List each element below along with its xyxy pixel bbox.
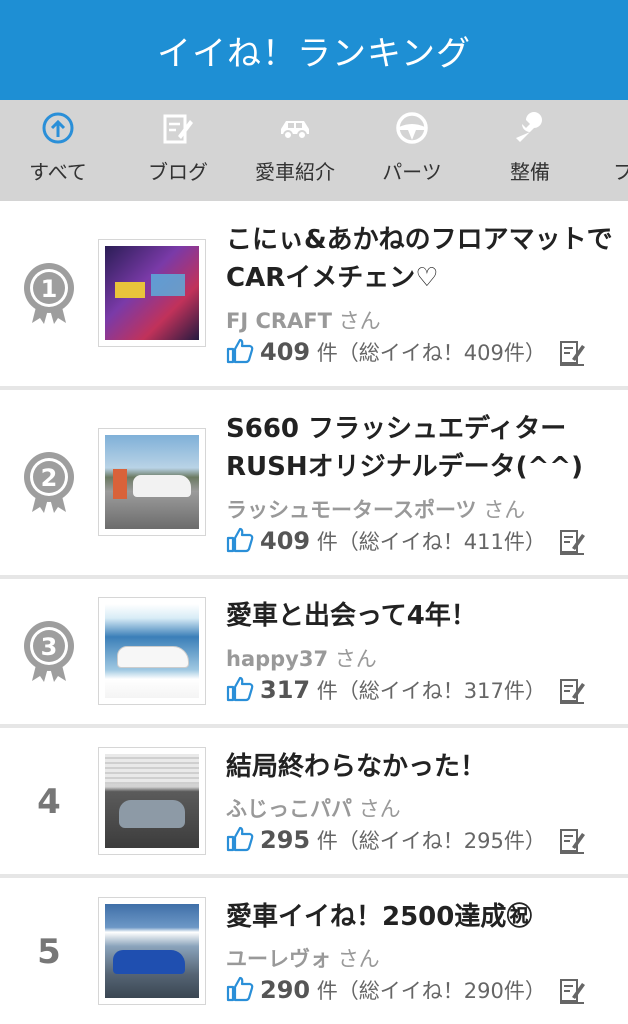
author-name: ユーレヴォ	[226, 947, 331, 971]
wrench-icon	[516, 112, 542, 142]
rank-medal-icon: 2	[24, 452, 74, 513]
like-unit: 件	[316, 829, 338, 853]
category-tab-bar: すべて ブログ 愛車紹介 パーツ 整備 フ	[0, 100, 628, 201]
page-title: イイね！ランキング	[157, 33, 471, 74]
total-likes: （総イイね！317件）	[337, 679, 546, 703]
post-thumbnail[interactable]	[98, 897, 206, 1005]
ranking-item[interactable]: 1 こにぃ&あかねのフロアマットでCARイメチェン♡ FJ CRAFT さん 4…	[0, 201, 628, 386]
author-suffix: さん	[358, 797, 401, 821]
thumbs-up-icon	[226, 338, 254, 364]
author-name: ラッシュモータースポーツ	[226, 498, 477, 522]
post-title[interactable]: 愛車と出会って4年！	[226, 597, 616, 635]
post-title[interactable]: こにぃ&あかねのフロアマットでCARイメチェン♡	[226, 221, 616, 297]
rank-number: 2	[41, 464, 58, 492]
car-icon	[281, 121, 309, 140]
thumbs-up-icon	[226, 676, 254, 702]
blog-edit-icon	[163, 114, 193, 144]
post-thumbnail[interactable]	[98, 747, 206, 855]
upload-circle-icon	[42, 112, 74, 144]
post-thumbnail[interactable]	[98, 428, 206, 536]
author-suffix: さん	[334, 647, 377, 671]
rank-medal-icon: 3	[24, 621, 74, 682]
post-title[interactable]: 結局終わらなかった！	[226, 748, 616, 786]
ranking-item[interactable]: 4 結局終わらなかった！ ふじっこパパ さん 295 件（総イイね！295件）	[0, 728, 628, 874]
like-unit: 件	[316, 679, 338, 703]
app-header: イイね！ランキング	[0, 0, 628, 100]
like-number: 317	[260, 676, 311, 704]
author-suffix: さん	[337, 947, 380, 971]
author-suffix: さん	[483, 498, 526, 522]
like-unit: 件	[316, 530, 338, 554]
blog-edit-icon	[560, 341, 585, 366]
like-number: 409	[260, 338, 311, 366]
like-count: 317 件（総イイね！317件）	[226, 675, 546, 705]
like-number: 295	[260, 826, 311, 854]
tab-car[interactable]: 愛車紹介	[240, 100, 350, 201]
like-number: 290	[260, 976, 311, 1004]
ranking-item[interactable]: 5 愛車イイね！2500達成㊗ ユーレヴォ さん 290 件（総イイね！290件…	[0, 878, 628, 1024]
thumbs-up-icon	[226, 976, 254, 1002]
author-name: ふじっこパパ	[226, 797, 352, 821]
tab-blog[interactable]: ブログ	[123, 100, 233, 201]
total-likes: （総イイね！411件）	[337, 530, 546, 554]
tab-more[interactable]: フ	[593, 100, 628, 201]
blog-edit-icon	[560, 530, 585, 555]
author-name: happy37	[226, 647, 329, 671]
thumbs-up-icon	[226, 527, 254, 553]
ranking-item[interactable]: 2 S660 フラッシュエディターRUSHオリジナルデータ(^^) ラッシュモー…	[0, 390, 628, 575]
like-count: 290 件（総イイね！290件）	[226, 975, 546, 1005]
tab-maintenance[interactable]: 整備	[475, 100, 585, 201]
tab-label: 愛車紹介	[255, 160, 335, 184]
rank-medal-icon: 1	[24, 263, 74, 324]
rank-number: 3	[41, 633, 58, 661]
author-suffix: さん	[338, 309, 381, 333]
like-count: 409 件（総イイね！411件）	[226, 526, 546, 556]
blog-edit-icon	[560, 829, 585, 854]
tab-all[interactable]: すべて	[3, 100, 113, 201]
like-count: 295 件（総イイね！295件）	[226, 825, 546, 855]
total-likes: （総イイね！290件）	[337, 979, 546, 1003]
post-thumbnail[interactable]	[98, 597, 206, 705]
author[interactable]: ラッシュモータースポーツ さん	[226, 494, 525, 524]
blog-edit-icon	[560, 979, 585, 1004]
rank-number: 1	[41, 275, 58, 303]
like-number: 409	[260, 527, 311, 555]
tab-label: パーツ	[382, 160, 442, 184]
thumbs-up-icon	[226, 826, 254, 852]
like-unit: 件	[316, 979, 338, 1003]
ranking-item[interactable]: 3 愛車と出会って4年！ happy37 さん 317 件（総イイね！317件）	[0, 579, 628, 724]
like-count: 409 件（総イイね！409件）	[226, 337, 546, 367]
tab-label: フ	[613, 160, 628, 184]
post-title[interactable]: S660 フラッシュエディターRUSHオリジナルデータ(^^)	[226, 410, 616, 486]
tab-label: ブログ	[148, 160, 208, 184]
author-name: FJ CRAFT	[226, 309, 332, 333]
steering-wheel-icon	[396, 112, 428, 144]
blog-edit-icon	[560, 679, 585, 704]
rank-number: 4	[37, 782, 61, 822]
author[interactable]: happy37 さん	[226, 643, 377, 673]
author[interactable]: ふじっこパパ さん	[226, 793, 401, 823]
author[interactable]: FJ CRAFT さん	[226, 305, 381, 335]
rank-number: 5	[37, 932, 61, 972]
tab-parts[interactable]: パーツ	[357, 100, 467, 201]
post-title[interactable]: 愛車イイね！2500達成㊗	[226, 898, 616, 936]
tab-label: すべて	[29, 160, 87, 184]
tab-label: 整備	[510, 160, 550, 184]
like-unit: 件	[316, 341, 338, 365]
post-thumbnail[interactable]	[98, 239, 206, 347]
total-likes: （総イイね！409件）	[337, 341, 546, 365]
total-likes: （総イイね！295件）	[337, 829, 546, 853]
author[interactable]: ユーレヴォ さん	[226, 943, 380, 973]
